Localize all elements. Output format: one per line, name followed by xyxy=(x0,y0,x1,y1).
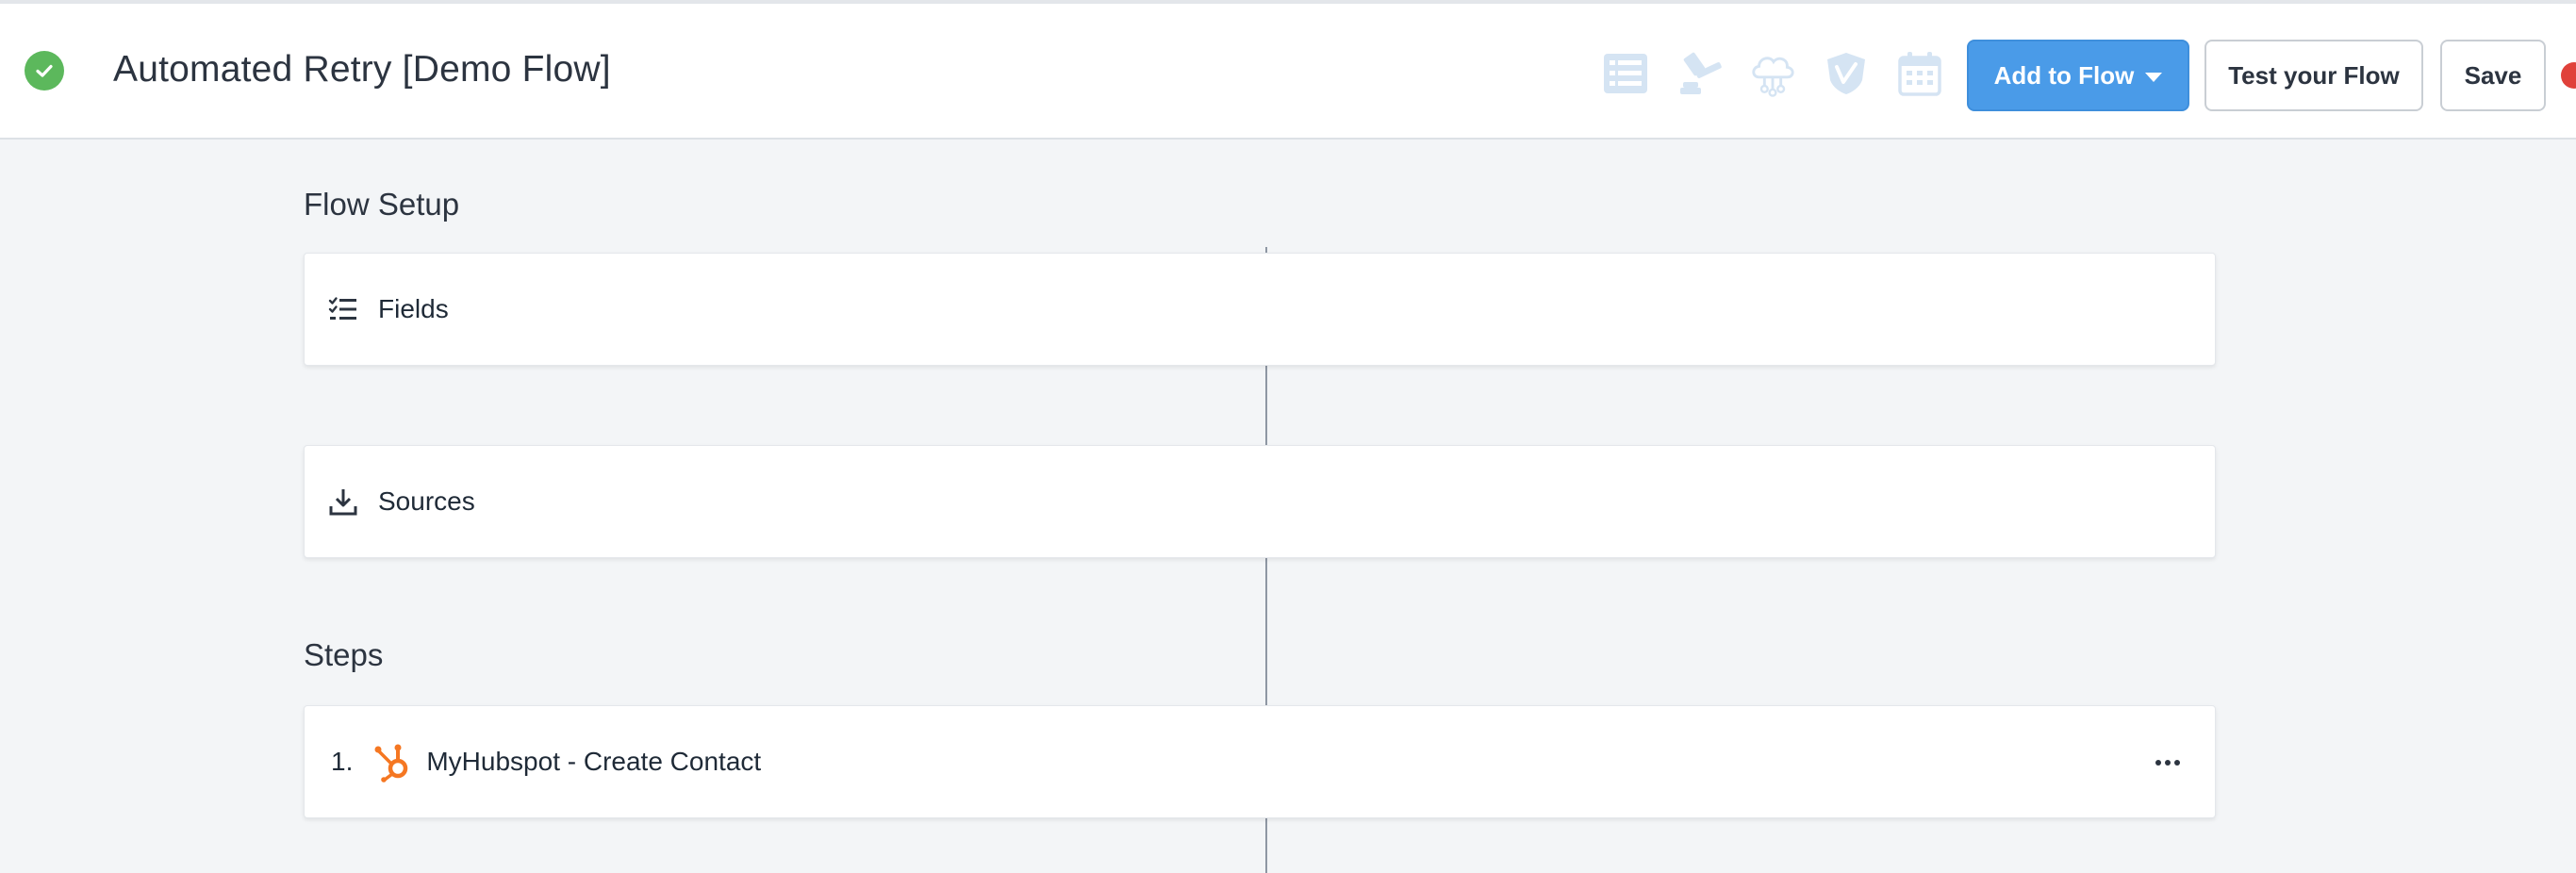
add-to-flow-label: Add to Flow xyxy=(1993,60,2135,90)
flow-setup-title: Flow Setup xyxy=(304,187,460,222)
gavel-icon[interactable] xyxy=(1675,49,1724,98)
calendar-icon[interactable] xyxy=(1895,49,1944,98)
flow-title[interactable]: Automated Retry [Demo Flow] xyxy=(113,49,611,91)
checklist-icon xyxy=(327,293,359,325)
hubspot-icon xyxy=(372,741,413,782)
save-button[interactable]: Save xyxy=(2440,40,2546,111)
fields-card[interactable]: Fields xyxy=(304,253,2216,366)
step-card[interactable]: 1. MyHubspot - Create Contact xyxy=(304,705,2216,818)
step-number: 1. xyxy=(331,747,354,776)
download-icon xyxy=(327,486,359,518)
more-options-icon[interactable] xyxy=(2149,746,2187,780)
caret-down-icon xyxy=(2145,73,2163,82)
steps-title: Steps xyxy=(304,637,384,672)
vimeo-shield-icon[interactable] xyxy=(1822,49,1871,98)
sources-label: Sources xyxy=(378,486,475,516)
cloud-network-icon[interactable] xyxy=(1748,49,1797,98)
list-icon[interactable] xyxy=(1601,49,1650,98)
sources-card[interactable]: Sources xyxy=(304,445,2216,558)
add-to-flow-button[interactable]: Add to Flow xyxy=(1967,40,2189,111)
check-circle-icon xyxy=(25,51,64,91)
flow-toolbar xyxy=(1601,47,1944,100)
fields-label: Fields xyxy=(378,294,449,323)
step-label: MyHubspot - Create Contact xyxy=(426,747,762,776)
notification-badge[interactable] xyxy=(2561,62,2576,89)
flow-header: Automated Retry [Demo Flow] Add to Flow … xyxy=(0,0,2576,140)
test-flow-button[interactable]: Test your Flow xyxy=(2204,40,2423,111)
